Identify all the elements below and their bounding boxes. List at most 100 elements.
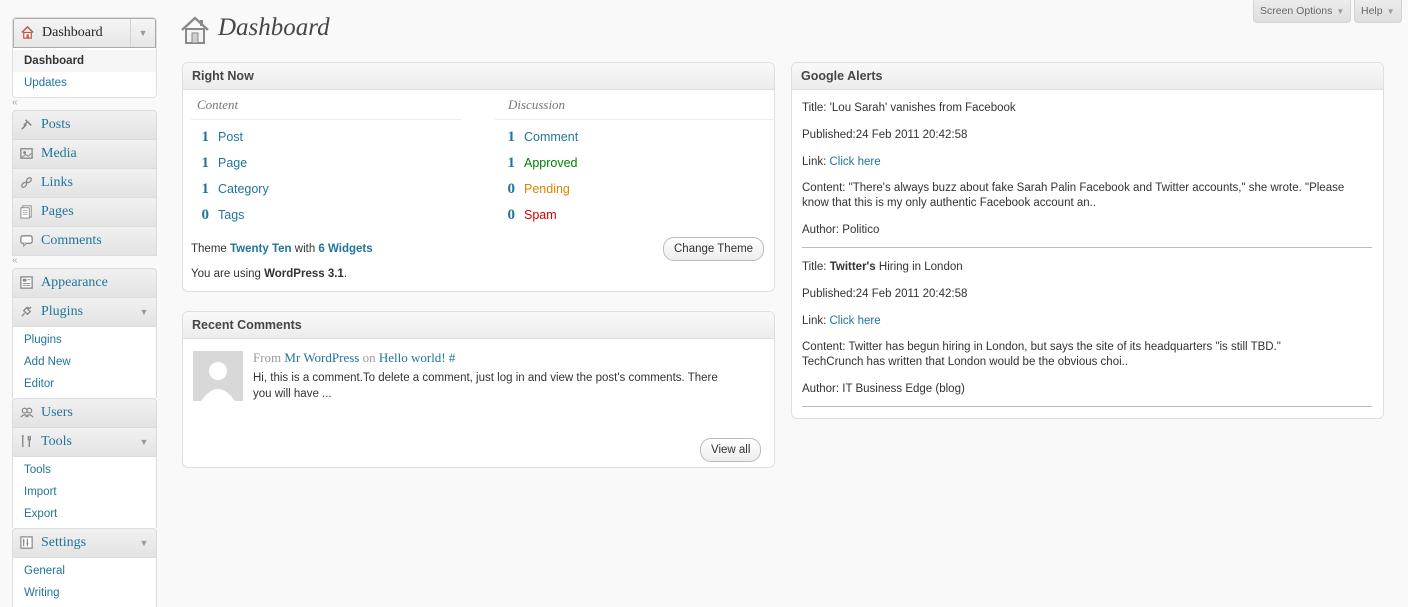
- count[interactable]: 0: [497, 202, 516, 228]
- label-link[interactable]: Pending: [524, 182, 570, 196]
- menu-pages[interactable]: Pages: [12, 198, 157, 227]
- count[interactable]: 1: [191, 150, 210, 176]
- discussion-row-spam[interactable]: 0 Spam: [497, 202, 774, 228]
- menu-settings[interactable]: Settings ▼: [12, 528, 157, 558]
- content-column: Content 1 Post 1 Page 1 Category 0 Tags: [191, 91, 461, 228]
- alert-title: Title: Twitter's Hiring in London: [792, 260, 1383, 275]
- alert-content-1: Content: Twitter has begun hiring in Lon…: [802, 341, 1281, 353]
- label-link[interactable]: Spam: [524, 208, 557, 222]
- tools-icon: [21, 435, 31, 448]
- content-row-categories[interactable]: 1 Category: [191, 176, 461, 202]
- recent-comments-title[interactable]: Recent Comments: [183, 312, 774, 339]
- label-link[interactable]: Comment: [524, 130, 578, 144]
- discussion-row-comments[interactable]: 1 Comment: [497, 124, 774, 150]
- content-row-posts[interactable]: 1 Post: [191, 124, 461, 150]
- comment-post-link[interactable]: Hello world!: [379, 350, 446, 365]
- submenu-import[interactable]: Import: [13, 481, 156, 503]
- comment-icon: [20, 235, 33, 248]
- label-link[interactable]: Approved: [524, 156, 578, 170]
- google-alerts-title[interactable]: Google Alerts: [792, 63, 1383, 90]
- comment-author-link[interactable]: Mr WordPress: [284, 350, 359, 365]
- right-now-title[interactable]: Right Now: [183, 63, 774, 90]
- view-all-button[interactable]: View all: [700, 438, 762, 462]
- theme-line: Theme Twenty Ten with 6 Widgets: [191, 243, 373, 255]
- count[interactable]: 1: [497, 124, 516, 150]
- google-alerts-box: Google Alerts Title: 'Lou Sarah' vanishe…: [791, 62, 1384, 419]
- alert-content-2: know that this is my only authentic Face…: [802, 197, 1097, 209]
- page-title: Dashboard: [218, 14, 330, 41]
- menu-dashboard[interactable]: Dashboard ▼: [13, 18, 156, 48]
- from-text: From: [253, 350, 282, 365]
- change-theme-button[interactable]: Change Theme: [663, 237, 765, 261]
- label-link[interactable]: Page: [218, 156, 247, 170]
- submenu-export[interactable]: Export: [13, 503, 156, 525]
- count[interactable]: 1: [191, 124, 210, 150]
- chevron-down-icon[interactable]: ▼: [132, 529, 156, 557]
- excerpt-line: Hi, this is a comment.To delete a commen…: [253, 372, 718, 384]
- link-label: Link:: [802, 315, 827, 327]
- click-here-link[interactable]: Click here: [830, 156, 881, 168]
- submenu-add-new[interactable]: Add New: [13, 351, 156, 373]
- menu-media[interactable]: Media: [12, 140, 157, 169]
- submenu-plugins[interactable]: Plugins: [13, 329, 156, 351]
- users-icon: [20, 407, 34, 418]
- count[interactable]: 0: [497, 176, 516, 202]
- screen-options-button[interactable]: Screen Options ▼: [1253, 0, 1352, 23]
- plugin-icon: [21, 306, 32, 317]
- menu-plugins-label: Plugins: [41, 304, 84, 319]
- discussion-row-approved[interactable]: 1 Approved: [497, 150, 774, 176]
- menu-dashboard-label: Dashboard: [42, 25, 103, 40]
- chevron-down-icon[interactable]: ▼: [132, 298, 156, 326]
- menu-users[interactable]: Users: [12, 398, 157, 428]
- discussion-row-pending[interactable]: 0 Pending: [497, 176, 774, 202]
- appearance-icon: [20, 276, 33, 289]
- count[interactable]: 0: [191, 202, 210, 228]
- widgets-link[interactable]: 6 Widgets: [318, 243, 372, 255]
- default-avatar-icon: [193, 351, 243, 401]
- label-link[interactable]: Tags: [218, 208, 244, 222]
- submenu-writing[interactable]: Writing: [13, 582, 156, 604]
- menu-comments[interactable]: Comments: [12, 227, 157, 256]
- link-label: Link:: [802, 156, 827, 168]
- title-text: 'Lou Sarah' vanishes from Facebook: [829, 102, 1016, 114]
- label-link[interactable]: Category: [218, 182, 269, 196]
- collapse-arrow-icon[interactable]: «: [12, 97, 18, 108]
- alert-link-line: Link: Click here: [792, 314, 1383, 329]
- version-text: WordPress 3.1: [264, 268, 344, 280]
- menu-group-content: Posts Media Links Pages Comments: [12, 110, 157, 256]
- alert-author: Author: IT Business Edge (blog): [802, 383, 965, 395]
- submenu-dashboard[interactable]: Dashboard: [13, 50, 156, 72]
- alert-link-line: Link: Click here: [792, 155, 1383, 170]
- menu-tools[interactable]: Tools ▼: [12, 428, 157, 457]
- content-row-pages[interactable]: 1 Page: [191, 150, 461, 176]
- alert-item: Title: Twitter's Hiring in London Publis…: [792, 260, 1383, 397]
- menu-links[interactable]: Links: [12, 169, 157, 198]
- excerpt-line: you will have ...: [253, 388, 332, 400]
- collapse-arrow-icon[interactable]: «: [12, 255, 18, 266]
- chevron-down-icon: ▼: [1386, 7, 1395, 16]
- menu-plugins[interactable]: Plugins ▼: [12, 298, 157, 327]
- divider: [802, 406, 1372, 407]
- menu-posts-label: Posts: [41, 117, 71, 132]
- version-line: You are using WordPress 3.1.: [191, 268, 347, 280]
- submenu-editor[interactable]: Editor: [13, 373, 156, 395]
- comment-meta: From Mr WordPress on Hello world! #: [253, 350, 455, 366]
- menu-posts[interactable]: Posts: [12, 110, 157, 140]
- chevron-down-icon[interactable]: ▼: [130, 19, 155, 47]
- version-suffix: .: [343, 268, 348, 280]
- submenu-general[interactable]: General: [13, 560, 156, 582]
- help-button[interactable]: Help ▼: [1354, 0, 1402, 23]
- comment-permalink[interactable]: #: [449, 350, 456, 365]
- submenu-tools[interactable]: Tools: [13, 459, 156, 481]
- theme-link[interactable]: Twenty Ten: [230, 243, 292, 255]
- click-here-link[interactable]: Click here: [830, 315, 881, 327]
- alert-author: Author: Politico: [802, 224, 880, 236]
- count[interactable]: 1: [191, 176, 210, 202]
- content-row-tags[interactable]: 0 Tags: [191, 202, 461, 228]
- submenu-updates[interactable]: Updates: [13, 72, 156, 94]
- label-link[interactable]: Post: [218, 130, 243, 144]
- count[interactable]: 1: [497, 150, 516, 176]
- chevron-down-icon[interactable]: ▼: [132, 428, 156, 456]
- menu-pages-label: Pages: [41, 204, 74, 219]
- menu-appearance[interactable]: Appearance: [12, 268, 157, 298]
